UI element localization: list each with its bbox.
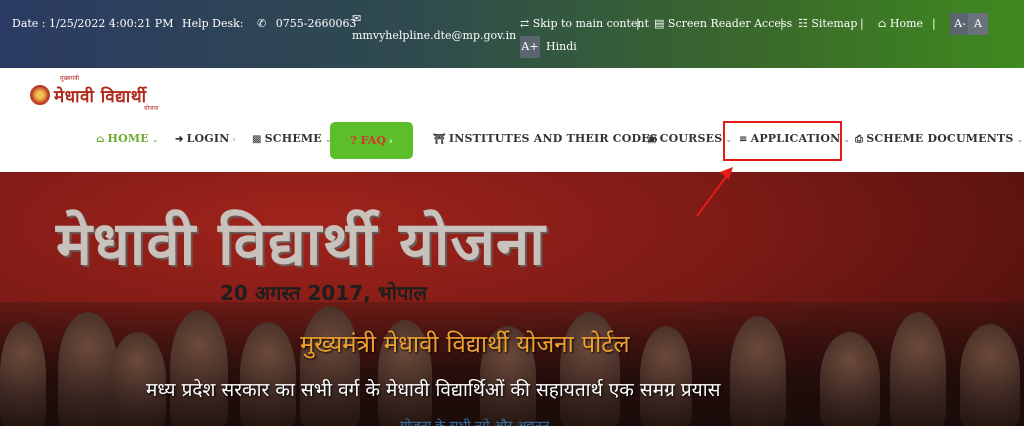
nav-courses[interactable]: ▣ COURSES ⌄: [647, 132, 732, 145]
topbar-separator: |: [636, 17, 640, 30]
swap-arrows-icon: ⇄: [520, 17, 530, 30]
logo-small-top: मुख्यमंत्री: [60, 75, 80, 82]
students-photo: [0, 302, 1024, 426]
home-icon: ⌂: [96, 134, 105, 145]
nav-home[interactable]: ⌂ HOME ⌄: [96, 132, 159, 145]
nav-faq-label: ? FAQ: [350, 134, 386, 147]
sitemap-icon: ☷: [798, 17, 808, 30]
phone-icon: ✆: [257, 17, 267, 30]
top-bar: Date : 1/25/2022 4:00:21 PM Help Desk: ✆…: [0, 0, 1024, 68]
envelope-icon: ✉: [352, 12, 362, 25]
student-figure: [240, 322, 296, 426]
cube-icon: ▩: [252, 134, 262, 145]
nav-scheme-documents[interactable]: ⎙ SCHEME DOCUMENTS ⌄: [855, 132, 1023, 145]
chevron-right-icon: ›: [385, 137, 393, 147]
helpline-email[interactable]: mmvyhelpline.dte@mp.gov.in: [352, 29, 516, 42]
chevron-down-icon: ⌄: [151, 135, 159, 144]
screen-reader-label: Screen Reader Access: [667, 17, 793, 30]
skip-to-main-label: Skip to main content: [532, 17, 649, 30]
chevron-down-icon: ⌄: [1016, 135, 1024, 144]
student-figure: [960, 324, 1020, 426]
topbar-separator: |: [860, 17, 864, 30]
hindi-language-link[interactable]: Hindi: [546, 40, 577, 53]
nav-scheme-label: SCHEME: [264, 132, 322, 145]
topbar-separator: |: [780, 17, 784, 30]
hero-title: मेधावी विद्यार्थी योजना: [56, 209, 546, 279]
date-time: Date : 1/25/2022 4:00:21 PM: [12, 17, 174, 30]
student-figure: [300, 306, 360, 426]
sign-in-icon: ➜: [175, 134, 184, 145]
font-decrease-button[interactable]: A-: [950, 13, 970, 35]
site-logo[interactable]: मुख्यमंत्री मेधावी विद्यार्थी योजना: [30, 75, 158, 112]
nav-login[interactable]: ➜ LOGIN ›: [175, 132, 236, 145]
font-increase-button[interactable]: A+: [520, 36, 540, 58]
chevron-down-icon: ⌄: [843, 135, 851, 144]
student-figure: [890, 312, 946, 426]
home-label: Home: [889, 17, 924, 30]
nav-courses-label: COURSES: [659, 132, 723, 145]
sitemap-link[interactable]: ☷ Sitemap: [798, 17, 857, 30]
nav-institutes-label: INSTITUTES AND THEIR CODES: [448, 132, 658, 145]
logo-small-bottom: योजना: [144, 105, 159, 112]
hero-faded-text: योजना के सभी नये और अद्यतन: [400, 416, 549, 426]
home-icon: ⌂: [878, 17, 887, 30]
application-highlight-box: [723, 121, 842, 161]
font-normal-button[interactable]: A: [968, 13, 988, 35]
topbar-separator: |: [932, 17, 936, 30]
skip-to-main-link[interactable]: ⇄ Skip to main content: [520, 17, 649, 30]
student-figure: [0, 322, 46, 426]
institution-icon: ⛩: [433, 134, 446, 145]
nav-home-label: HOME: [107, 132, 149, 145]
emblem-icon: [30, 85, 50, 105]
nav-login-label: LOGIN: [186, 132, 230, 145]
student-figure: [730, 316, 786, 426]
home-link[interactable]: ⌂ Home: [878, 17, 923, 30]
portal-title: मुख्यमंत्री मेधावी विद्यार्थी योजना पोर्…: [300, 330, 630, 358]
hero-tagline: मध्य प्रदेश सरकार का सभी वर्ग के मेधावी …: [146, 379, 721, 401]
help-desk: Help Desk: ✆ 0755-2660063: [182, 17, 356, 30]
book-icon: ▣: [647, 134, 657, 145]
logo-text: मेधावी विद्यार्थी: [54, 86, 147, 107]
student-figure: [820, 332, 880, 426]
student-figure: [170, 310, 228, 426]
nav-scheme-documents-label: SCHEME DOCUMENTS: [866, 132, 1014, 145]
help-desk-label: Help Desk:: [182, 17, 244, 30]
screen-reader-icon: ▤: [654, 17, 665, 30]
nav-scheme[interactable]: ▩ SCHEME ⌄: [252, 132, 332, 145]
student-figure: [58, 312, 118, 426]
help-desk-phone: 0755-2660063: [275, 17, 357, 30]
hero-banner: मेधावी विद्यार्थी योजना 20 अगस्त 2017, भ…: [0, 172, 1024, 426]
site-header: मुख्यमंत्री मेधावी विद्यार्थी योजना ⌂ HOM…: [0, 68, 1024, 172]
sitemap-label: Sitemap: [811, 17, 858, 30]
nav-faq-button[interactable]: ? FAQ ›: [330, 122, 413, 159]
print-icon: ⎙: [855, 134, 864, 145]
nav-institutes[interactable]: ⛩ INSTITUTES AND THEIR CODES ⌄: [433, 132, 668, 145]
chevron-right-icon: ›: [232, 135, 236, 144]
screen-reader-link[interactable]: ▤ Screen Reader Access: [654, 17, 792, 30]
